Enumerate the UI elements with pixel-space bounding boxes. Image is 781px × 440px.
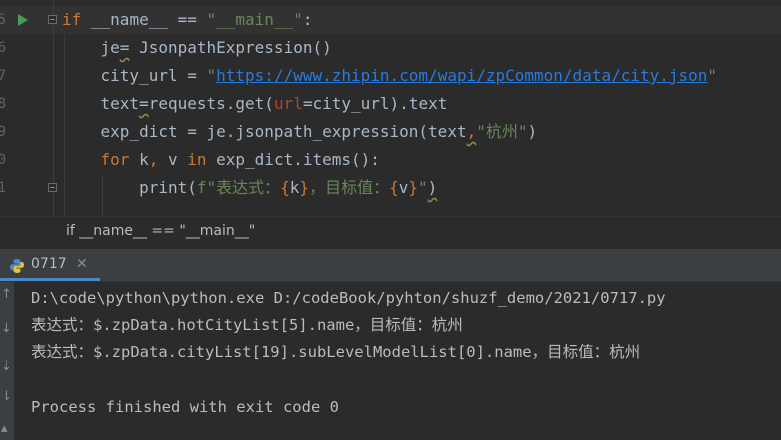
code-token: " [206,66,217,85]
code-line[interactable]: 1 print(f"表达式：{k}，目标值：{v}") [0,174,781,202]
code-token: city_url = [62,66,207,85]
code-token: print( [62,178,197,197]
console-toolbar: ↑ ↓ ⇣ ⇂ ▴ [0,282,14,440]
code-token: __name__ == [90,10,207,29]
code-token: https://www.zhipin.com/wapi/zpCommon/dat… [216,66,708,85]
code-token: " [707,66,718,85]
close-icon[interactable]: ✕ [76,256,88,272]
line-number: 7 [0,68,6,84]
tab-run-0717[interactable]: 0717 ✕ [0,249,100,281]
run-arrow-icon[interactable] [18,14,28,26]
breadcrumb[interactable]: if __name__ == "__main__" [0,216,781,249]
code-token: je [62,38,120,57]
code-token: ，目标值： [309,178,390,197]
fold-icon[interactable] [48,15,57,24]
print-icon[interactable]: ⇂ [1,390,12,404]
code-token: =city_url).text [302,94,448,113]
soft-wrap-icon[interactable]: ↓ [1,322,12,336]
code-token: k [139,150,149,169]
code-text: text=requests.get(url=city_url).text [62,90,448,118]
code-line[interactable]: 7 city_url = "https://www.zhipin.com/wap… [0,62,781,90]
code-token: , [148,150,168,169]
code-token: } [408,178,418,197]
code-token: k [289,178,300,197]
line-number: 1 [0,180,6,196]
code-line[interactable]: 9 exp_dict = je.jsonpath_expression(text… [0,118,781,146]
code-token: exp_dict.items(): [216,150,380,169]
code-token: if [62,10,91,29]
run-tab-label: 0717 [31,256,67,272]
code-token: for [100,150,140,169]
code-token: v [398,178,409,197]
ide-window: 5 if __name__ == "__main__": 6 je= Jsonpat… [0,0,781,440]
line-number: 6 [0,40,6,56]
code-token: in [187,150,217,169]
run-tool-window-header: 0717 ✕ [0,249,781,282]
console-output-line: 表达式：$.zpData.hotCityList[5].name，目标值：杭州 [31,316,463,334]
code-line[interactable]: 8 text=requests.get(url=city_url).text [0,90,781,118]
line-number: 5 [0,12,6,28]
console-output-line: D:\code\python\python.exe D:/codeBook/py… [31,289,666,307]
console-output-line: 表达式：$.zpData.cityList[19].subLevelModelL… [31,343,641,361]
code-token: exp_dict = je.jsonpath_expression(text [62,122,467,141]
code-token: : [302,10,313,29]
console-output-line: Process finished with exit code 0 [31,398,339,416]
code-text: je= JsonpathExpression() [62,34,332,62]
code-editor[interactable]: 5 if __name__ == "__main__": 6 je= Jsonpat… [0,0,781,216]
code-text: if __name__ == "__main__": [62,6,312,34]
line-number: 0 [0,152,6,168]
code-text: exp_dict = je.jsonpath_expression(text,"… [62,118,538,146]
code-token: JsonpathExpression() [129,38,332,57]
scroll-to-end-icon[interactable]: ↑ [1,288,12,302]
breadcrumb-label[interactable]: if __name__ == "__main__" [66,223,255,239]
run-console[interactable]: ↑ ↓ ⇣ ⇂ ▴ D:\code\python\python.exe D:/c… [0,282,781,440]
code-token: url [273,94,303,113]
code-token: { [280,178,290,197]
code-token: { [389,178,399,197]
code-token: ) [527,122,538,141]
code-token: = [119,38,130,57]
code-line[interactable]: 5 if __name__ == "__main__": [0,6,781,34]
code-text: print(f"表达式：{k}，目标值：{v}") [62,174,437,202]
trash-icon[interactable]: ▴ [1,422,8,436]
code-token: " [418,178,428,197]
code-token: "杭州" [476,122,528,141]
code-line[interactable]: 6 je= JsonpathExpression() [0,34,781,62]
python-icon [10,259,24,273]
line-number: 8 [0,96,6,112]
code-text: city_url = "https://www.zhipin.com/wapi/… [62,62,718,90]
code-token: "__main__" [206,10,303,29]
code-token: text [62,94,140,113]
code-token: } [299,178,310,197]
code-token: requests.get( [148,94,274,113]
code-token: = [139,94,149,113]
rerun-icon[interactable]: ⇣ [1,360,12,374]
code-line[interactable]: 0 for k, v in exp_dict.items(): [0,146,781,174]
code-token: ) [427,178,438,197]
code-token: f"表达式： [196,178,281,197]
line-number: 9 [0,124,6,140]
fold-end-icon[interactable] [48,183,57,192]
code-token: v [167,150,188,169]
code-token: , [466,122,477,141]
code-text: for k, v in exp_dict.items(): [62,146,380,174]
